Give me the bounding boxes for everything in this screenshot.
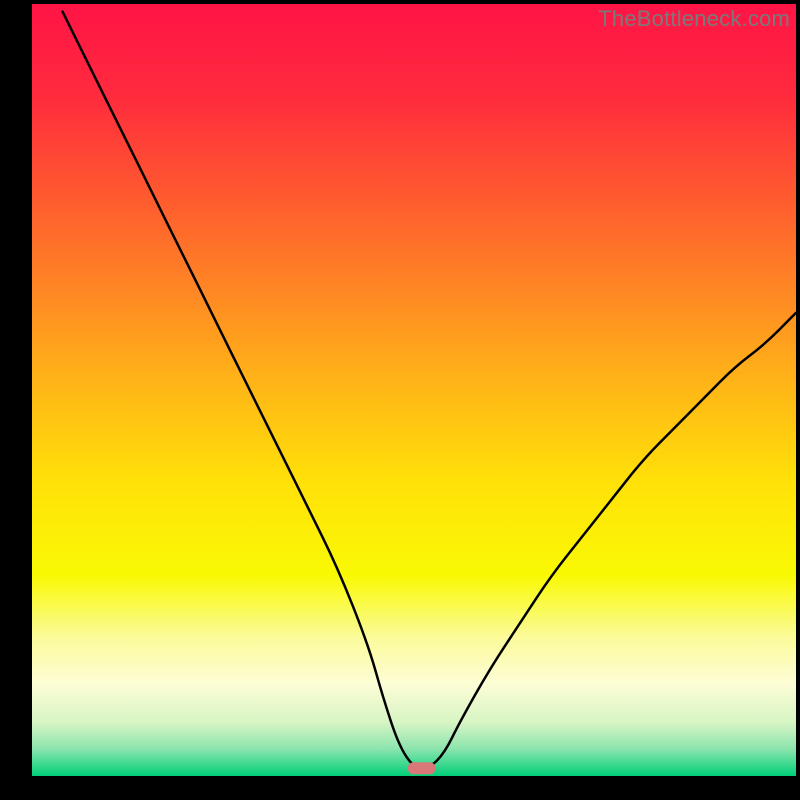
watermark-text: TheBottleneck.com (598, 6, 790, 32)
bottleneck-chart (0, 0, 800, 800)
chart-container: TheBottleneck.com (0, 0, 800, 800)
plot-background (32, 4, 796, 776)
optimum-marker (408, 762, 436, 774)
